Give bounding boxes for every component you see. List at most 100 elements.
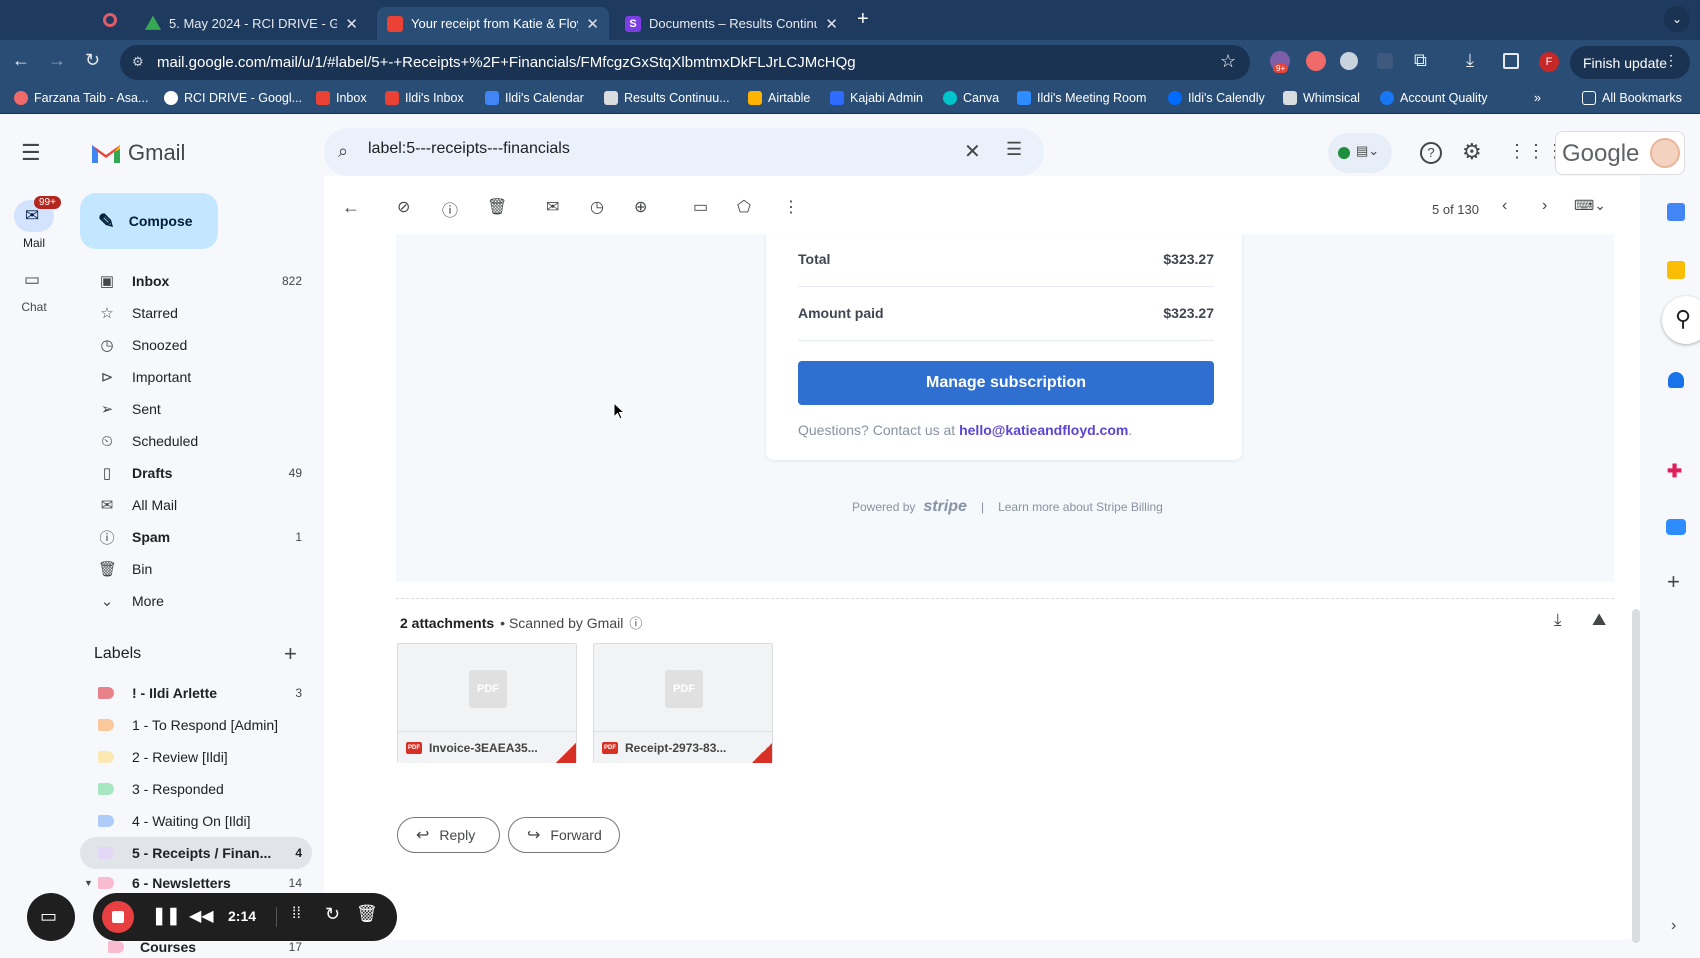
all-bookmarks[interactable]: All Bookmarks bbox=[1582, 91, 1682, 105]
site-info-icon[interactable]: ⚙ bbox=[132, 54, 144, 70]
bookmark-item[interactable]: Ildi's Calendar bbox=[485, 91, 584, 105]
bookmark-item[interactable]: Kajabi Admin bbox=[830, 91, 923, 105]
rail-mail[interactable]: ✉ 99+ bbox=[14, 196, 61, 232]
info-icon[interactable]: ⓘ bbox=[629, 613, 642, 632]
settings-gear-icon[interactable]: ⚙ bbox=[1462, 139, 1482, 165]
side-panel-icon[interactable] bbox=[1503, 53, 1519, 69]
label-item-active[interactable]: 5 - Receipts / Finan... 4 bbox=[80, 837, 312, 869]
bookmark-item[interactable]: Ildi's Calendly bbox=[1168, 91, 1265, 105]
google-calendar-icon[interactable] bbox=[1667, 203, 1685, 221]
sidebar-item-important[interactable]: ⊳ Important bbox=[80, 361, 312, 393]
back-to-list-icon[interactable]: ← bbox=[342, 197, 360, 218]
close-tab-icon[interactable]: ✕ bbox=[586, 15, 599, 33]
rewind-icon[interactable]: ◀◀ bbox=[189, 906, 214, 926]
more-options-icon[interactable]: ⋮ bbox=[783, 197, 799, 217]
expand-panel-icon[interactable]: › bbox=[1671, 917, 1676, 935]
snooze-icon[interactable]: ◷ bbox=[590, 197, 604, 217]
compose-button[interactable]: ✎ Compose bbox=[80, 193, 218, 249]
save-to-drive-icon[interactable]: ⛰ bbox=[1592, 610, 1606, 630]
bookmark-item[interactable]: Ildi's Inbox bbox=[385, 91, 464, 105]
forward-icon[interactable]: → bbox=[48, 50, 66, 71]
remove-label-icon[interactable]: ⊘ bbox=[397, 197, 410, 217]
finish-update-button[interactable]: Finish update ⋮ bbox=[1570, 46, 1690, 79]
tab-rci-drive[interactable]: 5. May 2024 - RCI DRIVE - Go ✕ bbox=[135, 7, 368, 40]
camera-toggle[interactable]: ▭ bbox=[27, 893, 75, 941]
extension-icon[interactable] bbox=[1340, 52, 1358, 70]
mark-unread-icon[interactable]: ✉ bbox=[546, 197, 559, 217]
stop-recording-button[interactable] bbox=[102, 901, 134, 933]
tab-receipt[interactable]: Your receipt from Katie & Floyd ✕ bbox=[377, 7, 609, 40]
sidebar-item-spam[interactable]: ⓘ Spam 1 bbox=[80, 521, 312, 553]
sidebar-item-snoozed[interactable]: ◷ Snoozed bbox=[80, 329, 312, 361]
extensions-puzzle-icon[interactable]: ⧉ bbox=[1414, 50, 1427, 71]
restart-icon[interactable]: ↻ bbox=[325, 904, 340, 925]
clear-search-icon[interactable]: ✕ bbox=[964, 139, 981, 164]
bookmark-item[interactable]: Airtable bbox=[748, 91, 810, 105]
attachment-card[interactable]: PDF PDF Receipt-2973-83... bbox=[593, 643, 773, 763]
bookmark-item[interactable]: Inbox bbox=[316, 91, 367, 105]
tab-documents[interactable]: S Documents – Results Continuum ✕ bbox=[615, 7, 848, 40]
delete-icon[interactable]: 🗑 bbox=[487, 197, 507, 217]
status-selector[interactable]: ▤⌄ bbox=[1328, 133, 1392, 173]
download-all-icon[interactable]: ⤓ bbox=[1554, 610, 1562, 630]
bookmark-item[interactable]: Whimsical bbox=[1283, 91, 1360, 105]
address-bar[interactable]: ⚙ mail.google.com/mail/u/1/#label/5+-+Re… bbox=[120, 45, 1250, 80]
report-spam-icon[interactable]: ⓘ bbox=[442, 197, 458, 221]
profile-avatar[interactable]: F bbox=[1539, 52, 1559, 72]
discard-trash-icon[interactable]: 🗑 bbox=[356, 904, 378, 924]
reload-icon[interactable]: ↻ bbox=[85, 50, 100, 71]
bookmark-item[interactable]: Ildi's Meeting Room bbox=[1017, 91, 1146, 105]
sidebar-item-all-mail[interactable]: ✉ All Mail bbox=[80, 489, 312, 521]
attachment-card[interactable]: PDF PDF Invoice-3EAEA35... bbox=[397, 643, 577, 763]
sidebar-item-more[interactable]: ⌄ More bbox=[80, 585, 312, 617]
scrollbar-thumb[interactable] bbox=[1632, 609, 1640, 943]
label-icon[interactable]: ⬠ bbox=[737, 197, 751, 217]
new-tab-icon[interactable]: + bbox=[857, 8, 869, 31]
search-bar[interactable]: ⌕ ✕ ☰ bbox=[324, 128, 1044, 176]
main-menu-icon[interactable]: ☰ bbox=[21, 140, 41, 166]
forward-button[interactable]: ↪ Forward bbox=[508, 817, 620, 853]
search-icon[interactable]: ⌕ bbox=[338, 141, 348, 162]
slack-icon[interactable]: ✚ bbox=[1667, 461, 1682, 482]
newer-chevron-icon[interactable]: ‹ bbox=[1502, 197, 1507, 215]
bookmark-item[interactable]: Farzana Taib - Asa... bbox=[14, 91, 148, 105]
sidebar-item-drafts[interactable]: ▯ Drafts 49 bbox=[80, 457, 312, 489]
sidebar-item-sent[interactable]: ➢ Sent bbox=[80, 393, 312, 425]
contacts-icon[interactable] bbox=[1668, 372, 1684, 388]
sidebar-item-starred[interactable]: ☆ Starred bbox=[80, 297, 312, 329]
sidebar-item-scheduled[interactable]: ⏲ Scheduled bbox=[80, 425, 312, 457]
reply-button[interactable]: ↩ Reply bbox=[397, 817, 500, 853]
label-item[interactable]: 3 - Responded bbox=[80, 773, 312, 805]
bookmark-star-icon[interactable]: ☆ bbox=[1220, 51, 1236, 72]
move-to-icon[interactable]: ▭ bbox=[693, 197, 708, 217]
download-icon[interactable]: ⤓ bbox=[1466, 50, 1474, 71]
draw-grid-icon[interactable]: ⁞⁞ bbox=[292, 905, 301, 923]
sidebar-item-bin[interactable]: 🗑 Bin bbox=[80, 553, 312, 585]
tasks-panel-icon[interactable]: ⚲ bbox=[1662, 296, 1700, 344]
gmail-logo[interactable]: Gmail bbox=[90, 140, 185, 166]
learn-more-link[interactable]: Learn more about Stripe Billing bbox=[998, 500, 1163, 514]
extension-icon[interactable] bbox=[1377, 53, 1393, 69]
label-item[interactable]: ▼ 6 - Newsletters 14 bbox=[80, 871, 312, 895]
close-tab-icon[interactable]: ✕ bbox=[345, 15, 358, 33]
bookmarks-overflow-icon[interactable]: » bbox=[1534, 91, 1541, 105]
bookmark-item[interactable]: Account Quality bbox=[1380, 91, 1488, 105]
asana-extension-icon[interactable] bbox=[1306, 51, 1326, 71]
manage-subscription-button[interactable]: Manage subscription bbox=[798, 361, 1214, 405]
bookmark-item[interactable]: Canva bbox=[943, 91, 999, 105]
stripe-logo[interactable]: stripe bbox=[923, 498, 967, 516]
sidebar-item-inbox[interactable]: ▣ Inbox 822 bbox=[80, 265, 312, 297]
add-task-icon[interactable]: ⊕ bbox=[634, 197, 647, 217]
contact-email-link[interactable]: hello@katieandfloyd.com bbox=[959, 422, 1128, 438]
close-tab-icon[interactable]: ✕ bbox=[825, 15, 838, 33]
bookmark-item[interactable]: RCI DRIVE - Googl... bbox=[164, 91, 302, 105]
older-chevron-icon[interactable]: › bbox=[1542, 197, 1547, 215]
tab-search-icon[interactable]: ⌄ bbox=[1664, 6, 1690, 32]
label-item[interactable]: ! - Ildi Arlette 3 bbox=[80, 677, 312, 709]
add-addon-icon[interactable]: + bbox=[1667, 569, 1680, 595]
label-item[interactable]: 2 - Review [Ildi] bbox=[80, 741, 312, 773]
bookmark-item[interactable]: Results Continuu... bbox=[604, 91, 730, 105]
chat-icon[interactable]: ▭ bbox=[24, 270, 40, 290]
label-item[interactable]: 1 - To Respond [Admin] bbox=[80, 709, 312, 741]
input-tools-icon[interactable]: ⌨⌄ bbox=[1574, 197, 1606, 214]
